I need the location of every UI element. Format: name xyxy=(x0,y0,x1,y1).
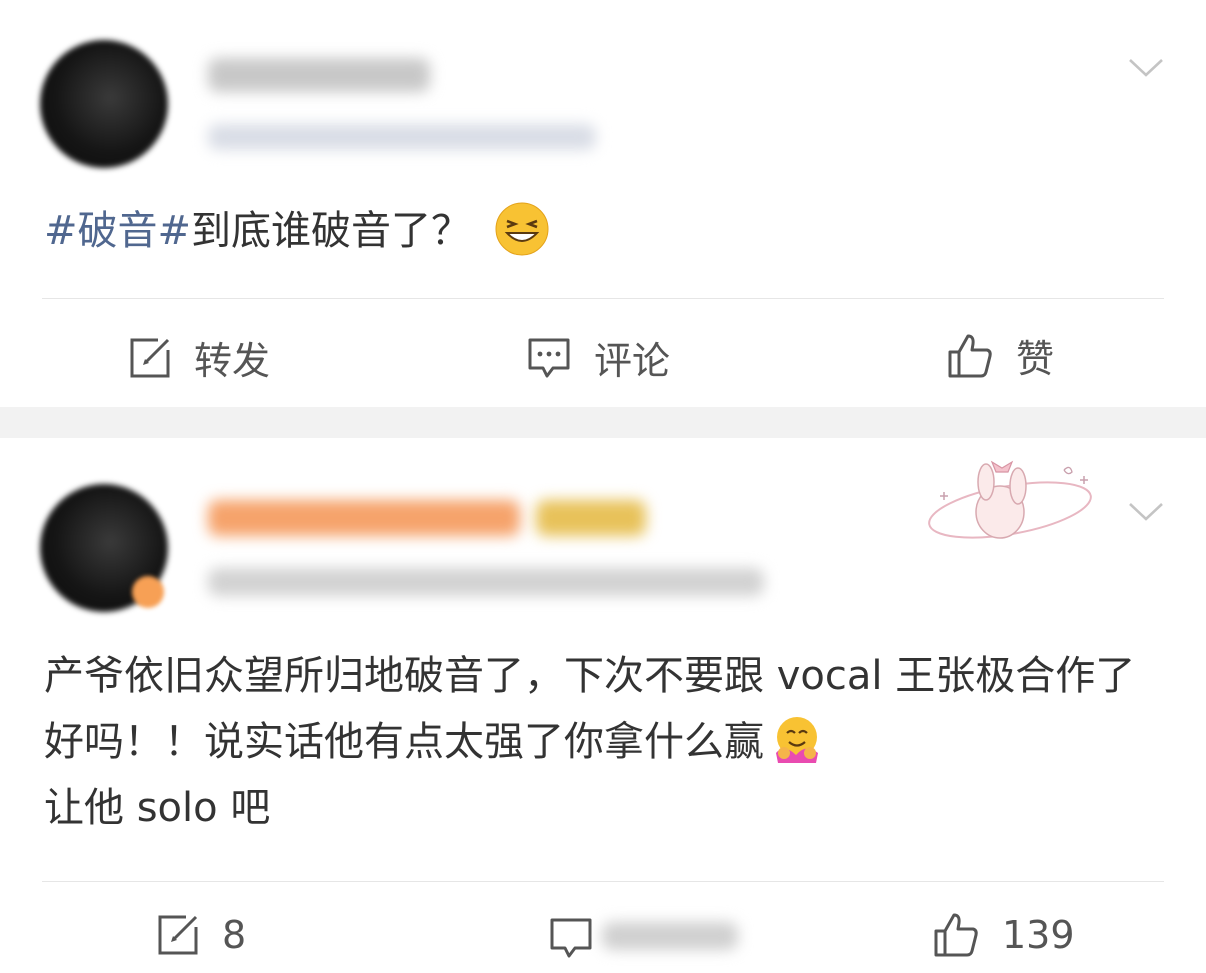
post-meta-blurred xyxy=(208,124,596,150)
post-text-tail: 让他 solo 吧 xyxy=(44,785,271,831)
post-card: 产爷依旧众望所归地破音了，下次不要跟 vocal 王张极合作了好吗！！说实话他有… xyxy=(0,438,1206,973)
bunny-sticker-icon xyxy=(928,460,1092,539)
comment-count-blurred xyxy=(602,922,738,950)
like-button[interactable]: 赞 xyxy=(946,328,1054,383)
repost-count: 8 xyxy=(222,913,247,957)
divider xyxy=(42,298,1164,299)
thumbs-up-icon xyxy=(948,334,992,377)
username-blurred[interactable] xyxy=(208,58,430,92)
username-blurred[interactable] xyxy=(208,500,520,536)
verified-badge xyxy=(132,576,164,608)
post-content: #破音#到底谁破音了？ xyxy=(44,198,550,264)
comment-icon xyxy=(550,918,592,958)
like-button[interactable]: 139 xyxy=(932,911,1075,959)
repost-label: 转发 xyxy=(194,339,271,383)
edit-share-icon xyxy=(130,338,170,377)
like-label: 赞 xyxy=(1016,337,1055,381)
hashtag-link[interactable]: #破音# xyxy=(44,208,191,254)
comment-button[interactable]: 评论 xyxy=(526,330,670,385)
repost-button[interactable]: 转发 xyxy=(128,330,270,385)
post-text: 到底谁破音了？ xyxy=(191,208,472,254)
chevron-down-icon[interactable] xyxy=(1128,58,1164,78)
post-card: #破音#到底谁破音了？ 转发 评论 赞 xyxy=(0,0,1206,407)
comment-icon xyxy=(528,338,570,377)
post-separator xyxy=(0,407,1206,438)
divider xyxy=(42,881,1164,882)
like-count: 139 xyxy=(1002,913,1075,957)
repost-button[interactable]: 8 xyxy=(156,913,246,957)
hugging-face-icon xyxy=(776,717,818,763)
grinning-face-icon xyxy=(495,202,549,256)
post-meta-blurred xyxy=(208,568,764,596)
chevron-down-icon[interactable] xyxy=(1128,502,1164,522)
post-text: 产爷依旧众望所归地破音了，下次不要跟 vocal 王张极合作了好吗！！说实话他有… xyxy=(44,653,1136,765)
thumbs-up-icon xyxy=(934,913,978,957)
user-badge-blurred xyxy=(536,500,646,536)
avatar[interactable] xyxy=(40,40,168,168)
post-content: 产爷依旧众望所归地破音了，下次不要跟 vocal 王张极合作了好吗！！说实话他有… xyxy=(44,643,1154,841)
comment-label: 评论 xyxy=(594,339,671,383)
edit-share-icon xyxy=(158,915,198,955)
